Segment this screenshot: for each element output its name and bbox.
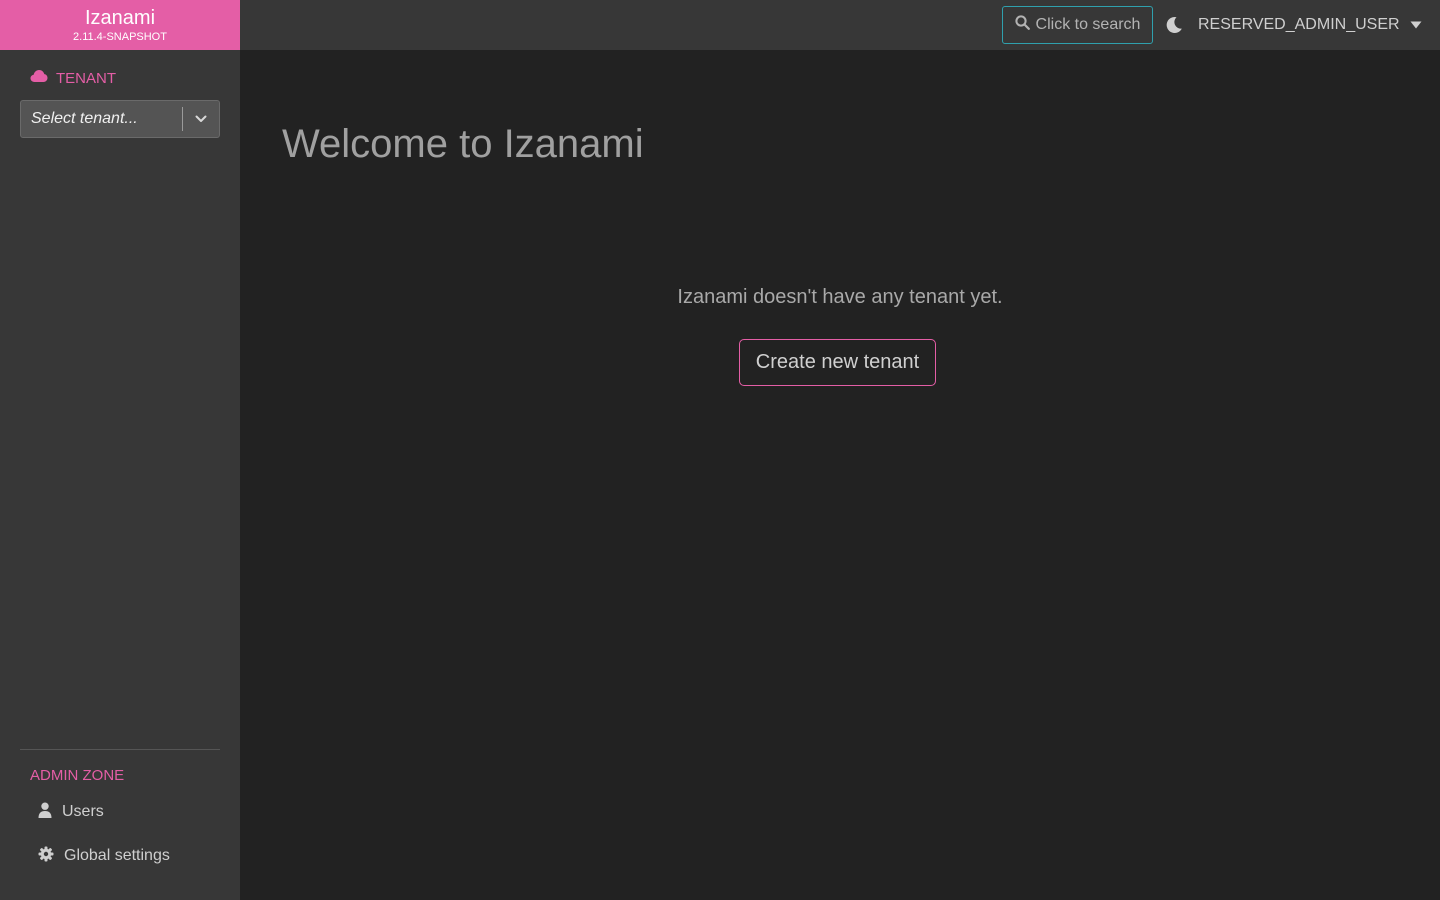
brand-name: Izanami — [84, 6, 156, 29]
tenant-heading: TENANT — [20, 64, 220, 92]
admin-zone: ADMIN ZONE Users Global settings — [20, 749, 220, 868]
admin-zone-title: ADMIN ZONE — [30, 767, 125, 784]
tenant-section: TENANT Select tenant... — [0, 64, 240, 138]
main-content: Welcome to Izanami Izanami doesn't have … — [240, 50, 1440, 900]
create-tenant-button[interactable]: Create new tenant — [739, 339, 936, 386]
page-title: Welcome to Izanami — [282, 122, 644, 166]
search-icon — [1014, 15, 1030, 35]
brand-version: 2.11.4-SNAPSHOT — [73, 30, 167, 43]
tenant-select-placeholder: Select tenant... — [31, 110, 138, 127]
app-root: Izanami 2.11.4-SNAPSHOT TENANT Select te… — [0, 0, 1440, 900]
search-button[interactable]: Click to search — [1002, 6, 1153, 44]
user-name: RESERVED_ADMIN_USER — [1198, 16, 1400, 33]
topbar: Click to search RESERVED_ADMIN_USER — [240, 0, 1440, 50]
chevron-down-icon[interactable] — [183, 115, 219, 123]
empty-state-message: Izanami doesn't have any tenant yet. — [677, 286, 1003, 308]
sidebar-item-global-settings[interactable]: Global settings — [20, 844, 220, 868]
tenant-select[interactable]: Select tenant... — [20, 100, 220, 138]
user-menu[interactable]: RESERVED_ADMIN_USER — [1198, 14, 1422, 36]
gear-icon — [38, 846, 54, 867]
sidebar: Izanami 2.11.4-SNAPSHOT TENANT Select te… — [0, 0, 240, 900]
moon-icon[interactable] — [1165, 16, 1183, 34]
user-icon — [38, 802, 52, 823]
sidebar-item-users[interactable]: Users — [20, 800, 220, 824]
search-button-label: Click to search — [1035, 16, 1141, 33]
sidebar-item-label: Users — [62, 803, 104, 820]
cloud-icon — [30, 69, 48, 87]
tenant-heading-label: TENANT — [56, 69, 116, 87]
sidebar-item-label: Global settings — [64, 847, 170, 864]
caret-down-icon — [1410, 16, 1422, 34]
brand-logo[interactable]: Izanami 2.11.4-SNAPSHOT — [0, 0, 240, 50]
